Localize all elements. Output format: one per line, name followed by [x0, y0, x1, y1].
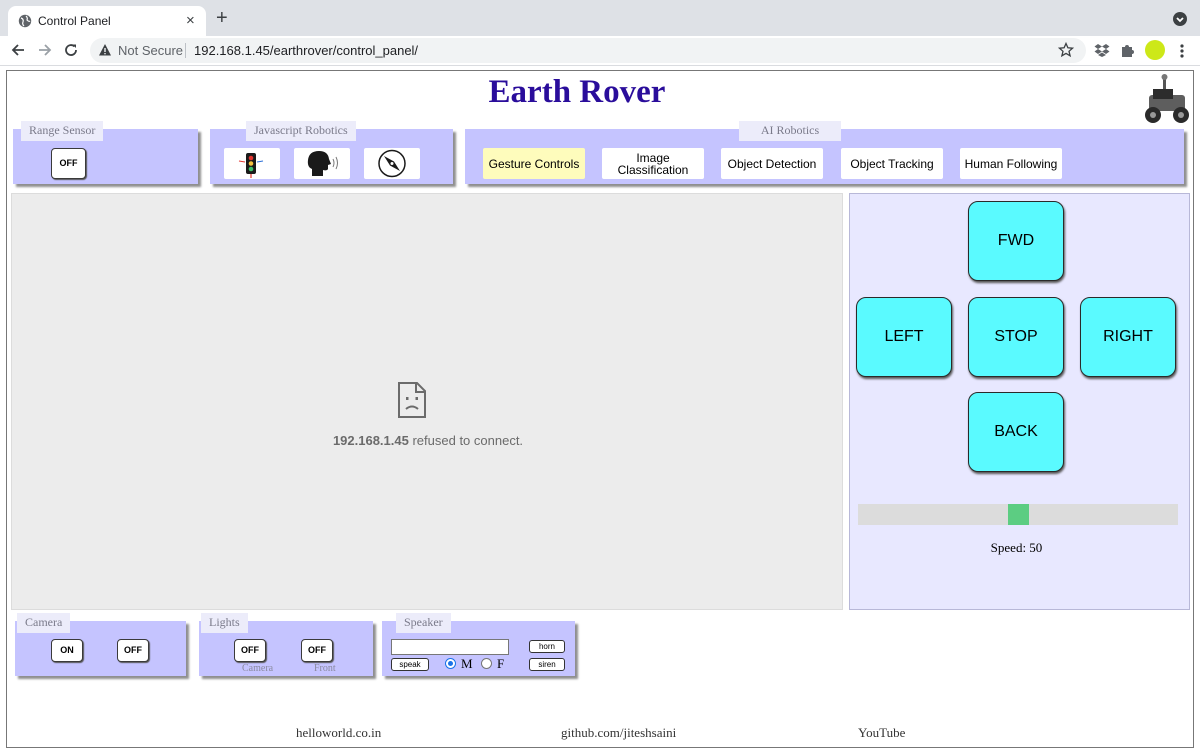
close-tab-icon[interactable]: × — [186, 12, 195, 29]
voice-female-radio[interactable] — [481, 658, 492, 669]
object-detection-button[interactable]: Object Detection — [721, 148, 823, 179]
traffic-light-icon — [238, 153, 264, 178]
back-button[interactable]: BACK — [968, 392, 1064, 472]
footer-link-helloworld[interactable]: helloworld.co.in — [296, 725, 381, 741]
ai-robotics-label: AI Robotics — [739, 121, 841, 141]
camera-on-button[interactable]: ON — [51, 639, 83, 662]
front-light-caption: Front — [314, 663, 336, 674]
javascript-robotics-label: Javascript Robotics — [246, 121, 356, 141]
horn-button[interactable]: horn — [529, 640, 565, 653]
left-button[interactable]: LEFT — [856, 297, 952, 377]
speaker-label: Speaker — [396, 613, 451, 633]
extensions-puzzle-icon[interactable] — [1120, 42, 1136, 58]
back-arrow-icon[interactable] — [8, 40, 28, 60]
speak-button[interactable]: speak — [391, 658, 429, 671]
voice-control-button[interactable] — [294, 148, 350, 179]
ai-robotics-panel: AI Robotics Gesture Controls Image Class… — [465, 121, 1184, 184]
forward-arrow-icon[interactable] — [35, 40, 55, 60]
error-text: refused to connect. — [412, 433, 524, 448]
tab-search-icon[interactable] — [1172, 11, 1188, 27]
new-tab-button[interactable]: + — [216, 7, 228, 30]
lights-label: Lights — [201, 613, 248, 633]
footer-link-youtube[interactable]: YouTube — [858, 725, 905, 741]
footer-link-github[interactable]: github.com/jiteshsaini — [561, 725, 676, 741]
range-sensor-label: Range Sensor — [21, 121, 104, 141]
speaking-head-icon — [307, 151, 338, 176]
lights-panel: Lights OFF OFF Camera Front — [199, 613, 373, 676]
voice-male-label: M — [461, 656, 473, 671]
speed-slider[interactable] — [858, 504, 1178, 525]
camera-panel: Camera ON OFF — [15, 613, 186, 676]
address-bar[interactable]: Not Secure 192.168.1.45/earthrover/contr… — [90, 38, 1086, 63]
omnibox-divider — [185, 43, 186, 58]
bookmark-star-icon[interactable] — [1058, 42, 1074, 58]
tab-title: Control Panel — [38, 14, 111, 28]
video-stream-frame: 192.168.1.45 refused to connect. — [11, 193, 843, 610]
camera-light-caption: Camera — [242, 663, 274, 674]
camera-label: Camera — [17, 613, 71, 633]
page-body: Earth Rover Range Sensor OFF Javascript … — [6, 70, 1194, 748]
drive-control-panel: FWD LEFT STOP RIGHT BACK Speed: 50 — [849, 193, 1190, 610]
speaker-panel: Speaker speak M F horn siren — [382, 613, 575, 676]
browser-toolbar: Not Secure 192.168.1.45/earthrover/contr… — [0, 36, 1200, 66]
camera-off-button[interactable]: OFF — [117, 639, 149, 662]
profile-avatar[interactable] — [1145, 40, 1165, 60]
url-text[interactable]: 192.168.1.45/earthrover/control_panel/ — [194, 43, 418, 58]
more-menu-icon[interactable] — [1176, 42, 1188, 60]
compass-icon — [378, 149, 406, 178]
rover-logo — [1145, 74, 1189, 123]
browser-tab[interactable]: Control Panel × — [8, 6, 206, 36]
speed-label: Speed: 50 — [990, 540, 1043, 555]
broken-page-icon — [398, 382, 426, 418]
security-label[interactable]: Not Secure — [118, 43, 183, 58]
compass-button[interactable] — [364, 148, 420, 179]
stop-button[interactable]: STOP — [968, 297, 1064, 377]
human-following-button[interactable]: Human Following — [960, 148, 1062, 179]
object-tracking-button[interactable]: Object Tracking — [841, 148, 943, 179]
forward-button[interactable]: FWD — [968, 201, 1064, 281]
page-title: Earth Rover — [488, 74, 666, 110]
error-host: 192.168.1.45 — [332, 433, 409, 448]
speed-slider-thumb[interactable] — [1007, 504, 1029, 525]
tab-strip: Control Panel × + — [0, 0, 1200, 36]
range-sensor-panel: Range Sensor OFF — [13, 121, 198, 184]
voice-female-label: F — [497, 656, 505, 671]
dropbox-icon[interactable] — [1094, 42, 1110, 58]
range-sensor-off-button[interactable]: OFF — [51, 148, 86, 179]
reload-icon[interactable] — [61, 40, 81, 60]
traffic-light-button[interactable] — [224, 148, 280, 179]
speak-text-input[interactable] — [391, 639, 509, 655]
camera-light-off-button[interactable]: OFF — [234, 639, 266, 662]
front-light-off-button[interactable]: OFF — [301, 639, 333, 662]
right-button[interactable]: RIGHT — [1080, 297, 1176, 377]
warning-icon — [99, 44, 111, 56]
voice-male-radio[interactable] — [445, 658, 456, 669]
gesture-controls-button[interactable]: Gesture Controls — [483, 148, 585, 179]
javascript-robotics-panel: Javascript Robotics — [210, 121, 453, 184]
connection-error-message: 192.168.1.45 refused to connect. — [12, 433, 844, 448]
globe-icon — [18, 14, 32, 28]
image-classification-button[interactable]: Image Classification — [602, 148, 704, 179]
siren-button[interactable]: siren — [529, 658, 565, 671]
